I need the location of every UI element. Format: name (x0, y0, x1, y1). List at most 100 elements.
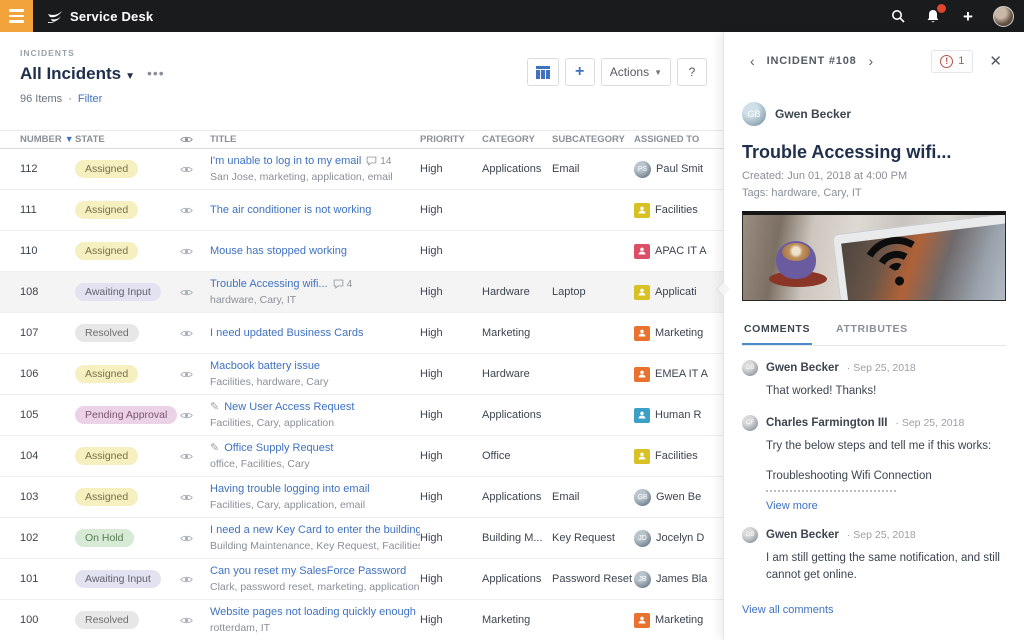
new-incident-button[interactable]: + (564, 58, 595, 86)
assignee-name: Paul Smit (656, 163, 704, 175)
assignee-group-icon (634, 366, 650, 382)
menu-icon[interactable] (0, 0, 33, 32)
assignee-name: EMEA IT A (655, 368, 708, 380)
user-avatar[interactable] (993, 5, 1014, 27)
incident-row[interactable]: 105 Pending Approval ✎ New User Access R… (0, 395, 723, 436)
incident-title-link[interactable]: ✎ Having trouble logging into email (210, 482, 420, 496)
assignee-group-icon (634, 243, 650, 259)
column-header-category[interactable]: CATEGORY (482, 134, 552, 145)
incident-row[interactable]: 102 On Hold ✎ I need a new Key Card to e… (0, 518, 723, 559)
alert-icon: ! (940, 54, 954, 68)
incident-row[interactable]: 101 Awaiting Input ✎ Can you reset my Sa… (0, 559, 723, 600)
panel-incident-label: INCIDENT #108 (766, 55, 857, 67)
comment-attachment-title: Troubleshooting Wifi Connection (766, 470, 932, 483)
status-badge: Assigned (75, 242, 139, 260)
incident-title-link[interactable]: ✎ New User Access Request (210, 400, 420, 414)
incident-row[interactable]: 111 Assigned ✎ The air conditioner is no… (0, 190, 723, 231)
assignee-avatar: GB (634, 488, 651, 506)
view-more-link[interactable]: View more (766, 500, 1006, 512)
comment-bubble-icon (333, 280, 343, 290)
commenter-avatar: GB (742, 360, 758, 376)
service-request-icon: ✎ (210, 401, 220, 414)
assignee-group-icon (634, 284, 650, 300)
incident-row[interactable]: 103 Assigned ✎ Having trouble logging in… (0, 477, 723, 518)
assignee-name: Jocelyn D (656, 532, 705, 544)
column-header-priority[interactable]: PRIORITY (420, 134, 482, 145)
add-new-icon[interactable]: + (958, 6, 978, 26)
incident-number: 100 (20, 614, 39, 626)
assignee-avatar: PS (634, 160, 651, 178)
incident-title-link[interactable]: ✎ The air conditioner is not working (210, 203, 420, 217)
column-header-title[interactable]: TITLE (210, 134, 420, 145)
assignee-avatar: JD (634, 529, 651, 547)
incident-tags: hardware, Cary, IT (210, 293, 297, 306)
incident-row[interactable]: 104 Assigned ✎ Office Supply Request off… (0, 436, 723, 477)
incident-subcategory: Laptop (552, 286, 586, 298)
columns-button[interactable] (526, 58, 559, 86)
incident-title-link[interactable]: ✎ Can you reset my SalesForce Password (210, 564, 420, 578)
previous-incident-icon[interactable]: ‹ (742, 49, 763, 73)
incident-title-link[interactable]: ✎ Macbook battery issue (210, 359, 420, 373)
column-header-number[interactable]: NUMBER ▼ (0, 134, 75, 145)
incident-number: 110 (20, 245, 38, 257)
incident-row[interactable]: 110 Assigned ✎ Mouse has stopped working (0, 231, 723, 272)
eye-icon (180, 453, 193, 459)
assignee-group-icon (634, 407, 650, 423)
incident-row[interactable]: 107 Resolved ✎ I need updated Business C… (0, 313, 723, 354)
incident-title-link[interactable]: ✎ Trouble Accessing wifi... 4 (210, 277, 420, 291)
filter-link[interactable]: Filter (78, 93, 102, 105)
commenter-name: Gwen Becker (766, 529, 839, 542)
created-date: Created: Jun 01, 2018 at 4:00 PM (742, 170, 908, 182)
tab-comments[interactable]: COMMENTS (742, 317, 813, 345)
column-header-assigned-to[interactable]: ASSIGNED TO (634, 134, 723, 145)
incident-row[interactable]: 100 Resolved ✎ Website pages not loading… (0, 600, 723, 640)
actions-button[interactable]: Actions ▼ (600, 58, 671, 86)
app-title: Service Desk (70, 8, 154, 24)
attachment-photo[interactable] (742, 211, 1006, 301)
incident-category: Applications (482, 163, 542, 175)
incident-title-link[interactable]: ✎ I need a new Key Card to enter the bui… (210, 523, 420, 537)
incident-title-link[interactable]: ✎ Mouse has stopped working (210, 244, 420, 258)
top-bar: Service Desk + (0, 0, 1024, 32)
incident-tags: San Jose, marketing, application, email (210, 170, 393, 183)
view-selector[interactable]: All Incidents ▼ (20, 64, 135, 84)
status-badge: Resolved (75, 324, 139, 342)
incident-tags: Facilities, Cary, application, email (210, 498, 366, 511)
incident-number: 103 (20, 491, 39, 503)
status-badge: Assigned (75, 488, 139, 506)
assignee-name: Applicati (655, 286, 697, 298)
assignee-name: Facilities (655, 204, 698, 216)
column-header-state[interactable]: STATE (75, 134, 180, 145)
tab-attributes[interactable]: ATTRIBUTES (834, 317, 910, 345)
alerts-button[interactable]: ! 1 (931, 49, 974, 73)
view-all-comments-link[interactable]: View all comments (742, 604, 1006, 616)
incident-title-link[interactable]: ✎ Website pages not loading quickly enou… (210, 605, 420, 619)
help-button[interactable]: ? (677, 58, 707, 86)
notifications-bell-icon[interactable] (923, 3, 947, 26)
eye-icon (180, 494, 193, 500)
incident-row[interactable]: 106 Assigned ✎ Macbook battery issue Fac… (0, 354, 723, 395)
comment-count: 14 (366, 155, 391, 168)
comment-text: Try the below steps and tell me if this … (766, 439, 992, 452)
close-icon[interactable]: ✕ (985, 50, 1006, 72)
column-header-watch[interactable] (180, 135, 210, 144)
incident-row[interactable]: 108 Awaiting Input ✎ Trouble Accessing w… (0, 272, 723, 313)
incident-title-link[interactable]: ✎ Office Supply Request (210, 441, 420, 455)
eye-icon (180, 535, 193, 541)
next-incident-icon[interactable]: › (861, 49, 882, 73)
incident-number: 101 (20, 573, 39, 585)
incident-priority: High (420, 368, 443, 380)
incident-category: Hardware (482, 286, 530, 298)
incident-detail-panel: ‹ INCIDENT #108 › ! 1 ✕ GB Gwen Becker T… (715, 32, 1024, 640)
search-icon[interactable] (888, 6, 908, 26)
more-options-icon[interactable]: ••• (147, 67, 165, 80)
incident-row[interactable]: 112 Assigned ✎ I'm unable to log in to m… (0, 149, 723, 190)
column-header-subcategory[interactable]: SUBCATEGORY (552, 134, 634, 145)
incident-priority: High (420, 327, 443, 339)
eye-icon (180, 412, 193, 418)
incident-title-link[interactable]: ✎ I'm unable to log in to my email 14 (210, 154, 420, 168)
incident-title-link[interactable]: ✎ I need updated Business Cards (210, 326, 420, 340)
incident-category: Building M... (482, 532, 543, 544)
incident-tags: office, Facilities, Cary (210, 457, 310, 470)
status-badge: Assigned (75, 365, 139, 383)
